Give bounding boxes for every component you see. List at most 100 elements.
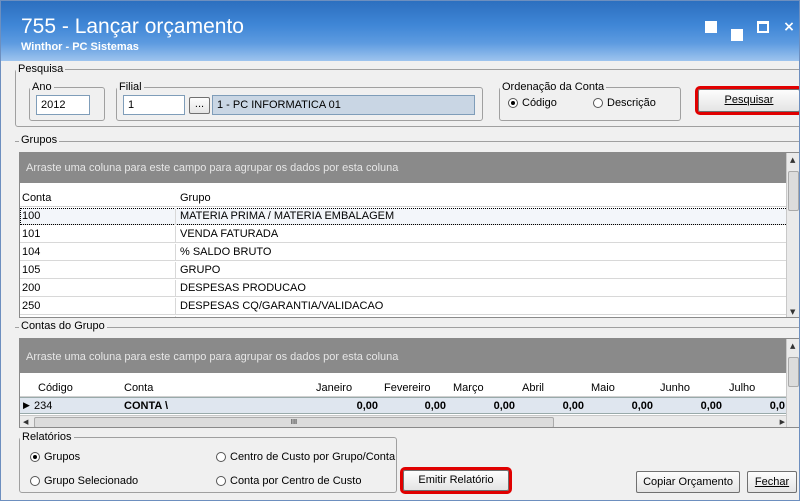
scroll-right-icon[interactable]: ▶ xyxy=(780,418,785,426)
window-title: 755 - Lançar orçamento xyxy=(21,15,244,38)
radio-selected-icon xyxy=(508,98,518,108)
ordenacao-codigo-radio[interactable]: Código xyxy=(508,97,557,109)
relatorio-cc-grupo-conta-label: Centro de Custo por Grupo/Conta xyxy=(230,451,396,463)
column-divider xyxy=(175,316,176,317)
scroll-left-icon[interactable]: ◀ xyxy=(23,418,28,426)
close-icon[interactable]: × xyxy=(783,20,795,34)
restore-icon[interactable] xyxy=(705,21,717,33)
ordenacao-label: Ordenação da Conta xyxy=(502,81,605,93)
hscroll-thumb[interactable]: III xyxy=(34,417,554,427)
maximize-icon[interactable] xyxy=(757,21,769,33)
filial-code-input[interactable]: 1 xyxy=(123,95,185,115)
scroll-down-icon[interactable]: ▼ xyxy=(790,308,795,316)
emitir-relatorio-button[interactable]: Emitir Relatório xyxy=(400,467,512,494)
ano-label: Ano xyxy=(32,81,52,93)
col-fevereiro-header[interactable]: Fevereiro xyxy=(384,382,430,394)
relatorio-grupo-selecionado-label: Grupo Selecionado xyxy=(44,475,139,487)
filial-name-field: 1 - PC INFORMATICA 01 xyxy=(212,95,475,115)
col-julho-header[interactable]: Julho xyxy=(729,382,755,394)
table-row[interactable]: 105 GRUPO xyxy=(20,262,788,279)
row-pointer-icon: ▶ xyxy=(23,400,30,410)
col-maio-header[interactable]: Maio xyxy=(591,382,615,394)
col-janeiro-header[interactable]: Janeiro xyxy=(316,382,352,394)
cell-fevereiro: 0,00 xyxy=(424,400,446,412)
cell-junho: 0,00 xyxy=(700,400,722,412)
table-row[interactable]: 250 DESPESAS CQ/GARANTIA/VALIDACAO xyxy=(20,298,788,315)
table-row[interactable]: 100 MATERIA PRIMA / MATERIA EMBALAGEM xyxy=(20,208,788,225)
app-window: 755 - Lançar orçamento Winthor - PC Sist… xyxy=(0,0,800,501)
cell-codigo: 234 xyxy=(34,400,53,412)
relatorios-legend: Relatórios xyxy=(22,431,72,443)
grupos-vscroll[interactable]: ▲ ▼ xyxy=(786,153,799,317)
cell-grupo: MATERIA PRIMA / MATERIA EMBALAGEM xyxy=(180,210,395,222)
cell-conta: 100 xyxy=(22,210,41,222)
pesquisa-legend: Pesquisa xyxy=(18,63,64,75)
column-divider xyxy=(175,298,176,315)
cell-janeiro: 0,00 xyxy=(356,400,378,412)
cell-grupo: GRUPO xyxy=(180,264,221,276)
relatorio-grupos-label: Grupos xyxy=(44,451,81,463)
grupos-group-panel[interactable]: Arraste uma coluna para este campo para … xyxy=(20,153,786,183)
contas-hscroll[interactable]: ◀ III ▶ xyxy=(20,415,788,427)
contas-header: Código Conta Janeiro Fevereiro Março Abr… xyxy=(20,379,786,397)
ordenacao-descricao-label: Descrição xyxy=(607,97,656,109)
scroll-up-icon[interactable]: ▲ xyxy=(790,342,795,350)
cell-conta: 105 xyxy=(22,264,41,276)
relatorio-conta-cc-radio[interactable]: Conta por Centro de Custo xyxy=(216,475,361,487)
grupos-grid: Arraste uma coluna para este campo para … xyxy=(19,152,799,318)
radio-unselected-icon xyxy=(216,476,226,486)
window-subtitle: Winthor - PC Sistemas xyxy=(21,41,139,53)
column-divider xyxy=(175,226,176,243)
col-conta-header[interactable]: Conta xyxy=(124,382,153,394)
cell-conta: 101 xyxy=(22,228,41,240)
column-divider xyxy=(175,262,176,279)
cell-julho: 0,0 xyxy=(769,400,785,412)
scroll-thumb[interactable] xyxy=(788,357,799,387)
col-junho-header[interactable]: Junho xyxy=(660,382,690,394)
copiar-orcamento-button[interactable]: Copiar Orçamento xyxy=(636,471,740,493)
scroll-thumb[interactable] xyxy=(788,171,799,211)
contas-vscroll[interactable]: ▲ xyxy=(786,339,799,427)
table-row[interactable]: 104 % SALDO BRUTO xyxy=(20,244,788,261)
scroll-up-icon[interactable]: ▲ xyxy=(790,156,795,164)
table-row[interactable]: 200 DESPESAS PRODUCAO xyxy=(20,280,788,297)
cell-conta: 104 xyxy=(22,246,41,258)
cell-grupo: % SALDO BRUTO xyxy=(180,246,272,258)
contas-grid: Arraste uma coluna para este campo para … xyxy=(19,338,799,428)
contas-group-panel[interactable]: Arraste uma coluna para este campo para … xyxy=(20,339,786,373)
ordenacao-descricao-radio[interactable]: Descrição xyxy=(593,97,656,109)
contas-row[interactable]: ▶ 234 CONTA \ 0,00 0,00 0,00 0,00 0,00 0… xyxy=(20,397,788,414)
radio-unselected-icon xyxy=(30,476,40,486)
filial-lookup-button[interactable]: ... xyxy=(189,97,210,114)
grupos-legend: Grupos xyxy=(19,134,60,146)
col-grupo-header[interactable]: Grupo xyxy=(180,192,211,204)
table-row[interactable]: 101 VENDA FATURADA xyxy=(20,226,788,243)
cell-grupo: DESPESAS CQ/GARANTIA/VALIDACAO xyxy=(180,300,384,312)
pesquisar-button[interactable]: Pesquisar xyxy=(695,86,799,115)
cell-conta: CONTA \ xyxy=(124,400,168,412)
minimize-icon[interactable] xyxy=(731,29,743,41)
grupos-header: Conta Grupo xyxy=(20,189,786,207)
filial-label: Filial xyxy=(119,81,142,93)
table-row[interactable]: 300DESPESAS DES. / DESENV. / ESTABILIDAD… xyxy=(20,316,788,317)
col-abril-header[interactable]: Abril xyxy=(522,382,544,394)
cell-grupo: DESPESAS PRODUCAO xyxy=(180,282,306,294)
radio-unselected-icon xyxy=(216,452,226,462)
cell-marco: 0,00 xyxy=(493,400,515,412)
relatorio-grupo-selecionado-radio[interactable]: Grupo Selecionado xyxy=(30,475,138,487)
ordenacao-codigo-label: Código xyxy=(522,97,557,109)
fechar-button[interactable]: Fechar xyxy=(747,471,797,493)
ano-input[interactable]: 2012 xyxy=(36,95,90,115)
title-bar[interactable]: 755 - Lançar orçamento Winthor - PC Sist… xyxy=(1,1,799,61)
cell-maio: 0,00 xyxy=(631,400,653,412)
col-conta-header[interactable]: Conta xyxy=(22,192,51,204)
column-divider xyxy=(175,208,176,225)
cell-conta: 200 xyxy=(22,282,41,294)
col-codigo-header[interactable]: Código xyxy=(38,382,73,394)
relatorio-cc-grupo-conta-radio[interactable]: Centro de Custo por Grupo/Conta xyxy=(216,451,395,463)
relatorio-grupos-radio[interactable]: Grupos xyxy=(30,451,80,463)
grupos-divider xyxy=(15,141,799,142)
col-marco-header[interactable]: Março xyxy=(453,382,484,394)
column-divider xyxy=(175,280,176,297)
window-controls: × xyxy=(705,20,795,41)
